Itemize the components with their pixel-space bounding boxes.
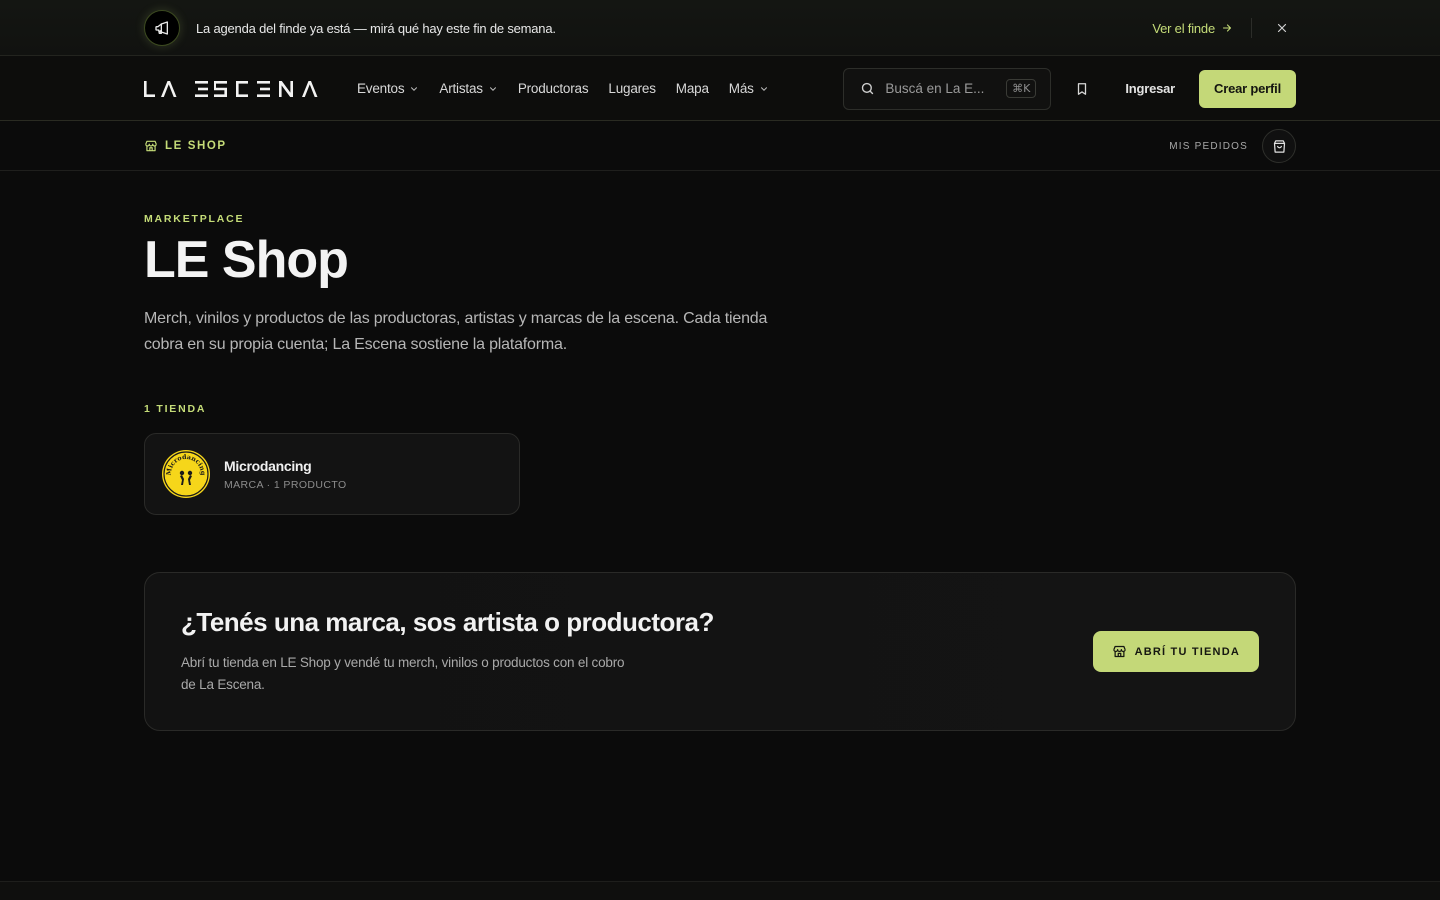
svg-text:Microdancing: Microdancing (165, 453, 207, 476)
main-nav: Eventos Artistas Productoras Lugares Map… (0, 56, 1440, 121)
menu-item-label: Productoras (517, 81, 589, 96)
menu-item-label: Mapa (675, 81, 709, 96)
banner-description: Abrí tu tienda en LE Shop y vendé tu mer… (181, 655, 625, 692)
chevron-down-icon (488, 84, 498, 94)
chevron-down-icon (759, 84, 769, 94)
create-profile-button[interactable]: Crear perfil (1199, 69, 1296, 108)
shop-breadcrumb-label: LE SHOP (165, 140, 227, 152)
menu-item-label: Eventos (357, 81, 405, 96)
announcement-text: La agenda del finde ya está — mirá qué h… (196, 20, 556, 36)
login-link[interactable]: Ingresar (1125, 81, 1175, 96)
cart-button[interactable] (1262, 129, 1296, 163)
menu-item-label: Lugares (608, 81, 656, 96)
menu-item-productoras[interactable]: Productoras (518, 81, 589, 96)
bookmark-icon[interactable] (1073, 80, 1091, 98)
menu-item-mapa[interactable]: Mapa (676, 81, 709, 96)
menu-item-mas[interactable]: Más (729, 81, 769, 96)
store-meta: MARCA · 1 PRODUCTO (224, 478, 347, 491)
search-icon (862, 82, 874, 95)
menu-item-label: Artistas (439, 81, 483, 96)
menu-item-label: Más (728, 81, 754, 96)
announcement-divider (1251, 18, 1252, 38)
see-weekend-label: Ver el finde (1152, 20, 1215, 36)
logo[interactable] (144, 79, 320, 99)
shop-breadcrumb[interactable]: LE SHOP (144, 139, 227, 153)
page-title: LE Shop (144, 231, 349, 289)
megaphone-icon (144, 10, 180, 46)
menu-item-artistas[interactable]: Artistas (439, 81, 497, 96)
open-store-button[interactable]: ABRÍ TU TIENDA (1092, 631, 1259, 672)
store-icon (145, 140, 157, 152)
arrow-right-icon (1222, 24, 1232, 32)
search-shortcut: ⌘K (1006, 79, 1037, 98)
logo-wordmark-icon (144, 80, 318, 97)
search-box[interactable]: ⌘K (843, 67, 1052, 110)
open-store-banner: ¿Tenés una marca, sos artista o producto… (144, 572, 1296, 731)
search-input[interactable] (885, 81, 990, 96)
close-icon[interactable] (1274, 20, 1290, 36)
chevron-down-icon (409, 84, 419, 94)
store-count: 1 TIENDA (144, 403, 207, 415)
eyebrow: MARKETPLACE (144, 213, 245, 225)
store-avatar: Microdancing (162, 450, 210, 498)
page-description: Merch, vinilos y productos de las produc… (144, 310, 768, 353)
see-weekend-link[interactable]: Ver el finde (1152, 21, 1233, 36)
banner-title: ¿Tenés una marca, sos artista o producto… (181, 607, 714, 637)
menu-item-eventos[interactable]: Eventos (357, 81, 419, 96)
my-orders-link[interactable]: MIS PEDIDOS (1169, 141, 1248, 152)
store-card-microdancing[interactable]: Microdancing Microdancing MARCA · 1 PROD… (144, 433, 520, 515)
menu-item-lugares[interactable]: Lugares (608, 81, 656, 96)
open-store-label: ABRÍ TU TIENDA (1134, 645, 1240, 658)
announcement-bar: La agenda del finde ya está — mirá qué h… (0, 0, 1440, 56)
footer-edge (0, 881, 1440, 900)
store-icon (1112, 645, 1126, 658)
shopping-bag-icon (1273, 139, 1285, 153)
main-menu: Eventos Artistas Productoras Lugares Map… (357, 81, 789, 96)
main-content: MARKETPLACE LE Shop Merch, vinilos y pro… (144, 213, 1296, 731)
shop-subnav: LE SHOP MIS PEDIDOS (0, 121, 1440, 171)
store-name: Microdancing (224, 457, 312, 474)
